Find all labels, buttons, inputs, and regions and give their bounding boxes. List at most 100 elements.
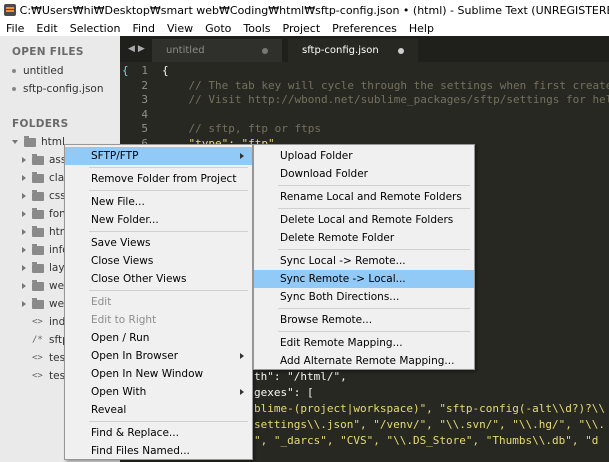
- menu-project[interactable]: Project: [277, 22, 327, 35]
- folder-item[interactable]: wel: [22, 295, 67, 313]
- expand-arrow-icon[interactable]: [22, 229, 26, 235]
- menu-item-label: SFTP/FTP: [91, 150, 139, 162]
- open-file-item[interactable]: untitled: [0, 62, 64, 80]
- menu-item-close-views[interactable]: Close Views: [65, 252, 252, 270]
- expand-arrow-icon[interactable]: [22, 301, 26, 307]
- menu-item-label: Add Alternate Remote Mapping...: [280, 355, 455, 367]
- menu-item-label: Open With: [91, 386, 147, 398]
- folder-icon: [32, 225, 44, 237]
- menu-item-delete-remote-folder[interactable]: Delete Remote Folder: [254, 229, 474, 247]
- file-item[interactable]: <> ind: [32, 313, 65, 331]
- menu-separator: [278, 331, 470, 332]
- sublime-app-icon: [4, 4, 16, 16]
- submenu-arrow-icon: [240, 389, 244, 395]
- menu-item-sftp-ftp[interactable]: SFTP/FTP: [65, 147, 252, 165]
- code-line: // sftp, ftp or ftps: [162, 122, 321, 136]
- menu-item-open-run[interactable]: Open / Run: [65, 329, 252, 347]
- menu-item-sync-local-remote[interactable]: Sync Local -> Remote...: [254, 252, 474, 270]
- tab-untitled[interactable]: untitled: [152, 39, 282, 62]
- menu-item-label: Reveal: [91, 404, 127, 416]
- menu-item-sync-both-directions[interactable]: Sync Both Directions...: [254, 288, 474, 306]
- menu-item-edit-remote-mapping[interactable]: Edit Remote Mapping...: [254, 334, 474, 352]
- folder-icon: [32, 279, 44, 291]
- menu-help[interactable]: Help: [403, 22, 440, 35]
- file-item[interactable]: <> tes: [32, 367, 65, 385]
- menu-goto[interactable]: Goto: [199, 22, 237, 35]
- code-line: settings\\.json", "/venv/", "\\.svn/", "…: [254, 418, 605, 431]
- tab-nav-arrows-icon[interactable]: ◀▶: [128, 44, 148, 54]
- menu-item-find-replace[interactable]: Find & Replace...: [65, 424, 252, 442]
- menu-item-reveal[interactable]: Reveal: [65, 401, 252, 419]
- menu-item-open-in-browser[interactable]: Open In Browser: [65, 347, 252, 365]
- menu-selection[interactable]: Selection: [64, 22, 127, 35]
- title-bar: C:₩Users₩hi₩Desktop₩smart web₩Coding₩htm…: [0, 0, 609, 20]
- menu-find[interactable]: Find: [126, 22, 161, 35]
- code-line: th": "/html/",: [254, 370, 347, 383]
- folder-item[interactable]: fon: [22, 205, 66, 223]
- folders-header: FOLDERS: [12, 118, 69, 130]
- tab-dirty-dot-icon[interactable]: [398, 47, 404, 54]
- menu-item-rename-local-and-remote-folders[interactable]: Rename Local and Remote Folders: [254, 188, 474, 206]
- folder-item[interactable]: lay: [22, 259, 65, 277]
- menu-item-browse-remote[interactable]: Browse Remote...: [254, 311, 474, 329]
- file-label: tes: [49, 370, 66, 382]
- folder-item[interactable]: css: [22, 187, 66, 205]
- menu-view[interactable]: View: [161, 22, 199, 35]
- menu-item-label: Upload Folder: [280, 150, 353, 162]
- menu-file[interactable]: File: [0, 22, 30, 35]
- folder-item[interactable]: clas: [22, 169, 70, 187]
- expand-arrow-icon[interactable]: [22, 247, 26, 253]
- menu-item-label: Close Views: [91, 255, 154, 267]
- tab-label: sftp-config.json: [302, 45, 379, 56]
- tab-dirty-dot-icon[interactable]: [262, 47, 268, 54]
- folder-item[interactable]: info: [22, 241, 69, 259]
- file-icon: <>: [32, 353, 43, 363]
- file-item[interactable]: <> tes: [32, 349, 65, 367]
- folder-item[interactable]: wel: [22, 277, 67, 295]
- menu-item-open-with[interactable]: Open With: [65, 383, 252, 401]
- code-line: blime-(project|workspace)", "sftp-config…: [254, 402, 605, 415]
- menu-separator: [89, 421, 248, 422]
- tab-sftp-config[interactable]: sftp-config.json: [288, 39, 418, 62]
- folder-icon: [32, 207, 44, 219]
- folder-open-icon: [24, 135, 36, 147]
- tab-bar: ◀▶ untitled sftp-config.json: [120, 36, 609, 62]
- folder-icon: [32, 243, 44, 255]
- file-dot-icon: [12, 69, 16, 73]
- line-number: 1: [141, 64, 148, 77]
- folder-label: lay: [49, 262, 65, 274]
- menu-item-label: Edit to Right: [91, 314, 157, 326]
- expand-arrow-icon[interactable]: [22, 211, 26, 217]
- menu-item-download-folder[interactable]: Download Folder: [254, 165, 474, 183]
- menu-item-sync-remote-local[interactable]: Sync Remote -> Local...: [254, 270, 474, 288]
- menu-item-delete-local-and-remote-folders[interactable]: Delete Local and Remote Folders: [254, 211, 474, 229]
- menu-item-remove-folder-from-project[interactable]: Remove Folder from Project: [65, 170, 252, 188]
- menu-item-save-views[interactable]: Save Views: [65, 234, 252, 252]
- expand-arrow-icon[interactable]: [22, 283, 26, 289]
- menu-item-close-other-views[interactable]: Close Other Views: [65, 270, 252, 288]
- menu-item-find-files-named[interactable]: Find Files Named...: [65, 442, 252, 460]
- expand-arrow-icon[interactable]: [22, 193, 26, 199]
- expand-arrow-icon[interactable]: [22, 265, 26, 271]
- expand-arrow-icon[interactable]: [12, 140, 18, 144]
- menu-item-new-file[interactable]: New File...: [65, 193, 252, 211]
- folder-item[interactable]: ass: [22, 151, 66, 169]
- menu-bar: File Edit Selection Find View Goto Tools…: [0, 20, 609, 36]
- root-folder-item[interactable]: html: [12, 133, 65, 151]
- folder-item[interactable]: htn: [22, 223, 66, 241]
- expand-arrow-icon[interactable]: [22, 175, 26, 181]
- open-file-item[interactable]: sftp-config.json: [0, 80, 104, 98]
- submenu-arrow-icon: [240, 353, 244, 359]
- menu-item-label: Sync Remote -> Local...: [280, 273, 406, 285]
- menu-tools[interactable]: Tools: [237, 22, 276, 35]
- menu-separator: [278, 249, 470, 250]
- expand-arrow-icon[interactable]: [22, 157, 26, 163]
- menu-item-new-folder[interactable]: New Folder...: [65, 211, 252, 229]
- menu-item-add-alternate-remote-mapping[interactable]: Add Alternate Remote Mapping...: [254, 352, 474, 370]
- folder-icon: [32, 171, 44, 183]
- menu-preferences[interactable]: Preferences: [326, 22, 403, 35]
- menu-item-open-in-new-window[interactable]: Open In New Window: [65, 365, 252, 383]
- menu-item-upload-folder[interactable]: Upload Folder: [254, 147, 474, 165]
- menu-edit[interactable]: Edit: [30, 22, 63, 35]
- menu-item-label: New File...: [91, 196, 145, 208]
